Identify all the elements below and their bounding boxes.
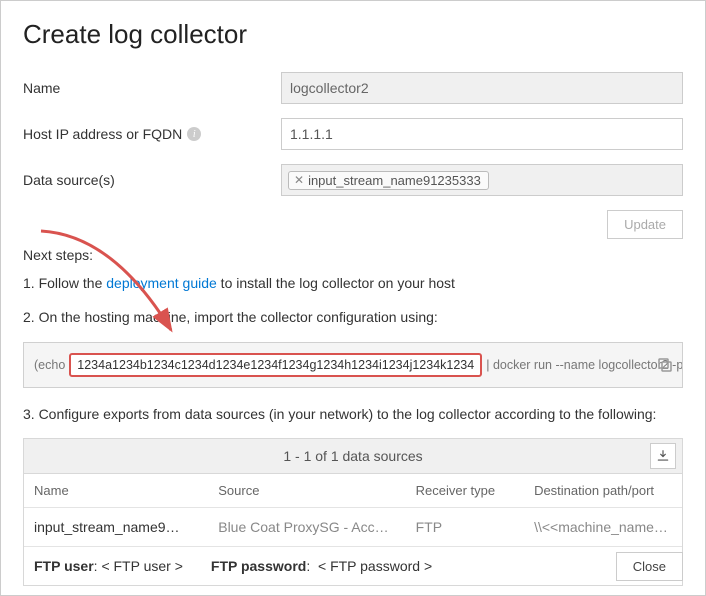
datasource-row: Data source(s) ✕ input_stream_name912353… bbox=[23, 164, 683, 196]
host-row: Host IP address or FQDN i bbox=[23, 118, 683, 150]
datasource-label: Data source(s) bbox=[23, 172, 281, 188]
host-label: Host IP address or FQDN i bbox=[23, 126, 281, 142]
datasource-table-wrap: 1 - 1 of 1 data sources Name Source Rece… bbox=[23, 438, 683, 586]
remove-chip-icon[interactable]: ✕ bbox=[294, 173, 304, 187]
datasource-chip[interactable]: ✕ input_stream_name91235333 bbox=[288, 171, 489, 190]
step-1: 1. Follow the deployment guide to instal… bbox=[23, 273, 683, 293]
step-3: 3. Configure exports from data sources (… bbox=[23, 404, 683, 424]
ftp-password: FTP password: < FTP password > bbox=[211, 558, 432, 574]
datasource-table: Name Source Receiver type Destination pa… bbox=[24, 474, 682, 547]
table-row[interactable]: input_stream_name9… Blue Coat ProxySG - … bbox=[24, 507, 682, 546]
col-receiver[interactable]: Receiver type bbox=[406, 474, 524, 508]
next-steps-heading: Next steps: bbox=[23, 247, 683, 263]
update-button[interactable]: Update bbox=[607, 210, 683, 239]
datasource-input[interactable]: ✕ input_stream_name91235333 bbox=[281, 164, 683, 196]
cell-dest: \\<<machine_name>>\input_stre… bbox=[524, 507, 682, 546]
name-input[interactable] bbox=[281, 72, 683, 104]
command-prefix: (echo bbox=[34, 358, 65, 372]
cell-source: Blue Coat ProxySG - Access l… bbox=[208, 507, 405, 546]
host-input[interactable] bbox=[281, 118, 683, 150]
info-icon[interactable]: i bbox=[187, 127, 201, 141]
create-log-collector-dialog: Create log collector Name Host IP addres… bbox=[0, 0, 706, 596]
ftp-credentials-row: FTP user: < FTP user > FTP password: < F… bbox=[24, 547, 682, 585]
deployment-guide-link[interactable]: deployment guide bbox=[106, 275, 217, 291]
cell-name: input_stream_name9… bbox=[24, 507, 208, 546]
col-dest[interactable]: Destination path/port bbox=[524, 474, 682, 508]
close-button[interactable]: Close bbox=[616, 552, 683, 581]
dialog-title: Create log collector bbox=[23, 19, 683, 50]
command-suffix: | docker run --name logcollector2 -p 21:… bbox=[486, 358, 683, 372]
table-caption: 1 - 1 of 1 data sources bbox=[24, 439, 682, 474]
col-source[interactable]: Source bbox=[208, 474, 405, 508]
ftp-user: FTP user: < FTP user > bbox=[34, 558, 183, 574]
cell-receiver: FTP bbox=[406, 507, 524, 546]
command-box: (echo 1234a1234b1234c1234d1234e1234f1234… bbox=[23, 342, 683, 388]
download-button[interactable] bbox=[650, 443, 676, 469]
col-name[interactable]: Name bbox=[24, 474, 208, 508]
copy-icon[interactable] bbox=[656, 356, 674, 374]
name-label: Name bbox=[23, 80, 281, 96]
step-2: 2. On the hosting machine, import the co… bbox=[23, 307, 683, 327]
command-token-highlight: 1234a1234b1234c1234d1234e1234f1234g1234h… bbox=[69, 353, 482, 377]
name-row: Name bbox=[23, 72, 683, 104]
